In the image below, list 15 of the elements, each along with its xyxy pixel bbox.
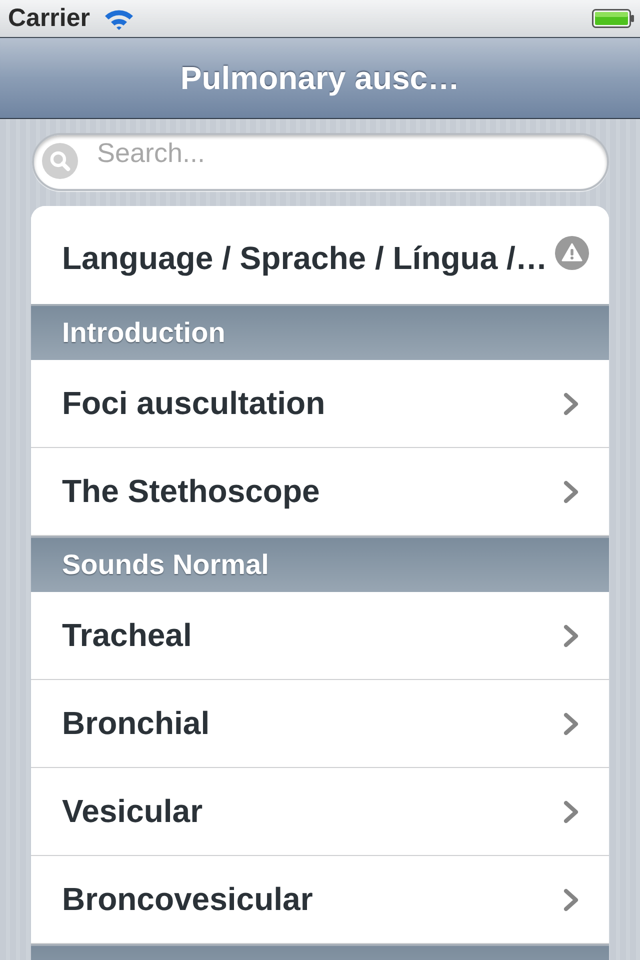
warning-icon xyxy=(555,236,589,270)
chevron-icon xyxy=(563,392,579,416)
chevron-icon xyxy=(563,888,579,912)
chevron-icon xyxy=(563,480,579,504)
section-header: Sounds Normal xyxy=(31,536,609,592)
search-field[interactable]: Search... xyxy=(32,133,609,191)
chevron-icon xyxy=(563,712,579,736)
wifi-icon xyxy=(104,8,134,30)
chevron-icon xyxy=(563,800,579,824)
chevron-icon xyxy=(563,624,579,648)
battery-icon xyxy=(592,9,634,28)
section-header: Introduction xyxy=(31,304,609,360)
nav-title: Pulmonary ausc… xyxy=(180,60,460,96)
carrier-name: Carrier xyxy=(8,4,90,33)
search-icon xyxy=(42,143,78,179)
